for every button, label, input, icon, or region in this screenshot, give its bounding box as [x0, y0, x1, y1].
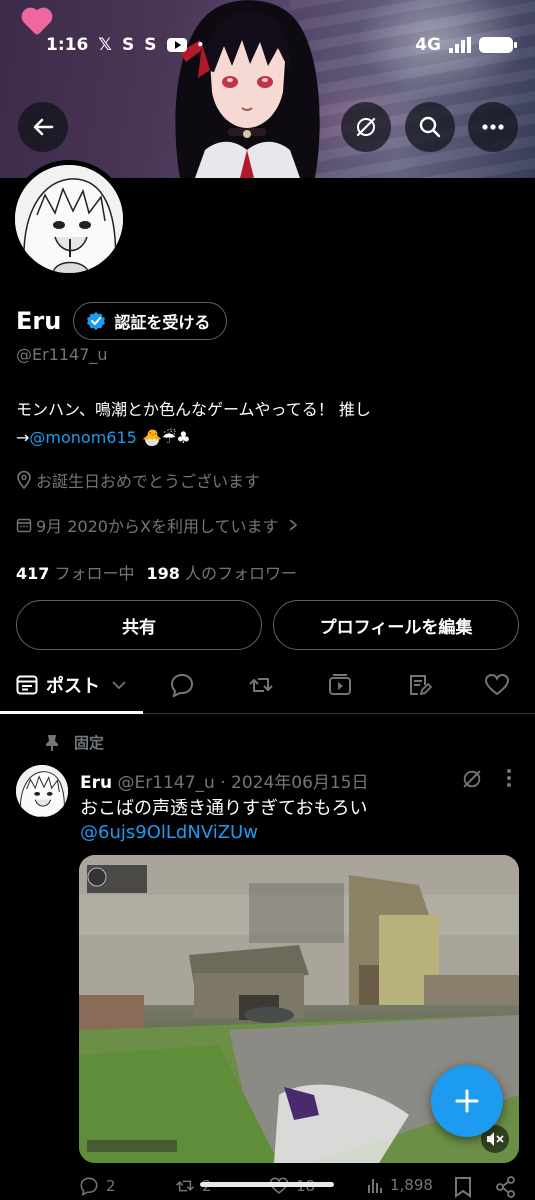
post-avatar-illustration — [16, 765, 68, 817]
tab-posts-label: ポスト — [46, 676, 100, 697]
following-label: フォロー中 — [54, 564, 135, 583]
follow-stats: 417 フォロー中 198 人のフォロワー — [16, 560, 297, 584]
followers-count: 198 — [146, 564, 180, 583]
post-mention-link[interactable]: @6ujs9OlLdNViZUw — [80, 822, 258, 843]
articles-tab-icon[interactable] — [406, 672, 432, 698]
name-row: Eru 認証を受ける — [16, 302, 228, 340]
youtube-notification-icon — [166, 38, 187, 52]
profile-tabs: ポスト — [0, 660, 535, 714]
back-button[interactable] — [18, 102, 68, 152]
video-tab-icon[interactable] — [327, 672, 353, 698]
post-more-icon[interactable] — [506, 768, 512, 788]
location-text: お誕生日おめでとうございます — [36, 472, 261, 491]
likes-tab-icon[interactable] — [484, 672, 510, 698]
banner-character-art — [175, 0, 320, 178]
muted-speaker-icon — [487, 1132, 504, 1146]
get-verified-label: 認証を受ける — [114, 313, 211, 332]
grok-icon — [356, 117, 376, 137]
tab-posts[interactable]: ポスト — [16, 660, 126, 710]
edit-profile-button[interactable]: プロフィールを編集 — [273, 600, 519, 650]
display-name: Eru — [16, 307, 62, 335]
calendar-icon — [16, 518, 32, 533]
post-author-name[interactable]: Eru — [80, 773, 112, 793]
x-notification-icon: 𝕏 — [98, 35, 112, 55]
active-tab-indicator — [0, 711, 143, 714]
profile-bio: モンハン、鳴潮とか色んなゲームやってる！ 推し →@monom615 🐣☔♣ — [16, 396, 516, 452]
post-separator: · — [220, 773, 226, 793]
replies-tab-icon[interactable] — [169, 672, 195, 698]
pinned-label: 固定 — [74, 734, 105, 752]
pinned-indicator: 固定 — [44, 732, 104, 753]
clock: 1:16 — [46, 35, 89, 55]
views-bar-chart-icon — [368, 1179, 382, 1193]
pin-icon — [46, 734, 58, 751]
network-type: 4G — [415, 35, 441, 55]
post-author-avatar[interactable] — [16, 765, 68, 817]
post-actions: 2 2 18 1,898 — [78, 1176, 518, 1200]
profile-joined[interactable]: 9月 2020からXを利用しています — [16, 513, 298, 537]
joined-text: 9月 2020からXを利用しています — [36, 517, 279, 536]
bio-arrow: → — [16, 428, 30, 447]
post-grok-icon[interactable] — [461, 768, 483, 790]
verified-badge-icon — [87, 312, 106, 330]
arrow-left-icon — [33, 118, 54, 136]
edit-profile-label: プロフィールを編集 — [319, 617, 473, 638]
search-icon — [419, 116, 441, 138]
reply-icon — [80, 1177, 98, 1196]
profile-banner[interactable] — [0, 0, 535, 178]
followers-label: 人のフォロワー — [185, 564, 298, 583]
status-bar: 1:16 𝕏 S S • 4G — [0, 28, 535, 62]
share-profile-button[interactable]: 共有 — [16, 600, 262, 650]
following-link[interactable]: 417 フォロー中 — [16, 560, 135, 584]
repost-tab-icon[interactable] — [248, 672, 274, 698]
share-icon[interactable] — [496, 1176, 516, 1198]
get-verified-button[interactable]: 認証を受ける — [73, 302, 228, 340]
bookmark-icon[interactable] — [454, 1176, 472, 1198]
bio-line-2: →@monom615 🐣☔♣ — [16, 424, 516, 452]
post-text: おこばの声透き通りすぎておもろい — [80, 798, 368, 819]
post-author-handle[interactable]: @Er1147_u — [118, 773, 215, 793]
signal-icon — [449, 37, 471, 53]
s-notification-icon: S — [122, 35, 135, 55]
bio-mention-link[interactable]: @monom615 — [29, 428, 136, 447]
views-count: 1,898 — [390, 1176, 433, 1194]
bio-line-1: モンハン、鳴潮とか色んなゲームやってる！ 推し — [16, 400, 371, 419]
battery-icon — [479, 37, 517, 53]
more-horizontal-icon — [482, 124, 504, 130]
s-notification-icon-2: S — [144, 35, 157, 55]
avatar-illustration — [15, 165, 123, 273]
followers-link[interactable]: 198 人のフォロワー — [147, 560, 298, 584]
profile-avatar[interactable] — [10, 160, 128, 278]
location-pin-icon — [17, 471, 31, 489]
post-date[interactable]: 2024年06月15日 — [231, 773, 369, 793]
chevron-right-icon — [289, 519, 298, 531]
more-notifications-dot: • — [196, 38, 205, 52]
home-indicator[interactable] — [200, 1182, 334, 1187]
search-button[interactable] — [405, 102, 455, 152]
post-header: Eru @Er1147_u · 2024年06月15日 — [80, 768, 369, 793]
views-button[interactable]: 1,898 — [366, 1176, 433, 1194]
profile-location: お誕生日おめでとうございます — [16, 468, 260, 492]
profile-handle: @Er1147_u — [16, 345, 108, 364]
reply-count: 2 — [106, 1177, 116, 1195]
share-label: 共有 — [122, 617, 156, 638]
bio-emoji: 🐣☔♣ — [141, 428, 191, 447]
grok-button[interactable] — [341, 102, 391, 152]
plus-icon — [455, 1089, 479, 1113]
following-count: 417 — [16, 564, 50, 583]
more-options-button[interactable] — [468, 102, 518, 152]
compose-post-button[interactable] — [431, 1065, 503, 1137]
posts-tab-icon — [16, 675, 38, 695]
reply-button[interactable]: 2 — [78, 1176, 116, 1196]
repost-icon — [175, 1180, 195, 1192]
chevron-down-icon — [112, 681, 126, 690]
